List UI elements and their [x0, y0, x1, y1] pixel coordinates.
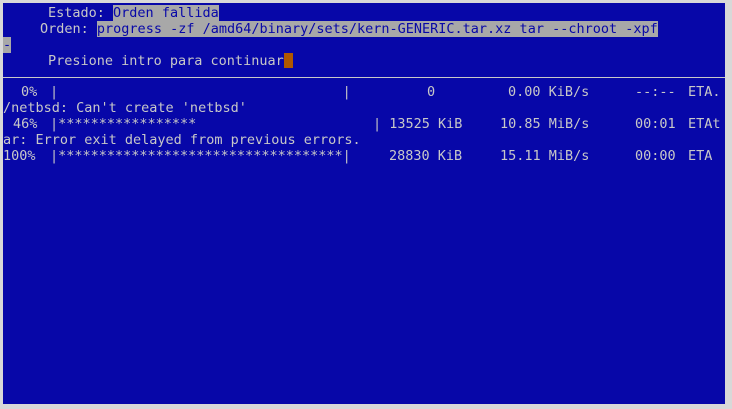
status-value: Orden fallida [113, 5, 219, 21]
progress-rate: 0.00 KiB/s [508, 84, 590, 100]
status-line: Estado: Orden fallida [48, 5, 219, 21]
command-value-continued: - [3, 37, 12, 53]
progress-size: 28830 KiB [389, 148, 463, 164]
continue-prompt-text: Presione intro para continuar [48, 53, 284, 69]
progress-row: 0% | | 0 0.00 KiB/s --:-- ETA. [3, 84, 725, 100]
progress-row: 46% |***************** | 13525 KiB 10.85… [3, 116, 725, 132]
progress-time: 00:00 [635, 148, 676, 164]
progress-percent: 46% [13, 116, 38, 132]
progress-row: 100% |**********************************… [3, 148, 725, 164]
command-label: Orden: [40, 21, 89, 37]
progress-size: 0 [427, 84, 436, 100]
progress-percent: 100% [3, 148, 36, 164]
progress-size: | 13525 KiB [373, 116, 463, 132]
error-message: ar: Error exit delayed from previous err… [3, 132, 361, 148]
progress-eta: ETAt [688, 116, 721, 132]
progress-eta: ETA [688, 148, 713, 164]
progress-bar: |***********************************| [50, 148, 351, 164]
error-message: /netbsd: Can't create 'netbsd' [3, 100, 247, 116]
progress-rate: 10.85 MiB/s [500, 116, 590, 132]
status-label: Estado: [48, 5, 105, 21]
progress-percent: 0% [21, 84, 38, 100]
progress-time: --:-- [635, 84, 676, 100]
progress-time: 00:01 [635, 116, 676, 132]
command-line-continued: - [3, 37, 12, 53]
separator-line [3, 77, 725, 78]
command-line: Orden: progress -zf /amd64/binary/sets/k… [40, 21, 658, 37]
progress-eta: ETA. [688, 84, 721, 100]
command-value: progress -zf /amd64/binary/sets/kern-GEN… [96, 21, 658, 37]
continue-prompt[interactable]: Presione intro para continuar [48, 53, 293, 69]
text-cursor [283, 53, 293, 68]
progress-bar: |***************** [50, 116, 197, 132]
progress-rate: 15.11 MiB/s [500, 148, 590, 164]
progress-bar: | | [50, 84, 351, 100]
terminal-screen: Estado: Orden fallida Orden: progress -z… [3, 3, 725, 404]
